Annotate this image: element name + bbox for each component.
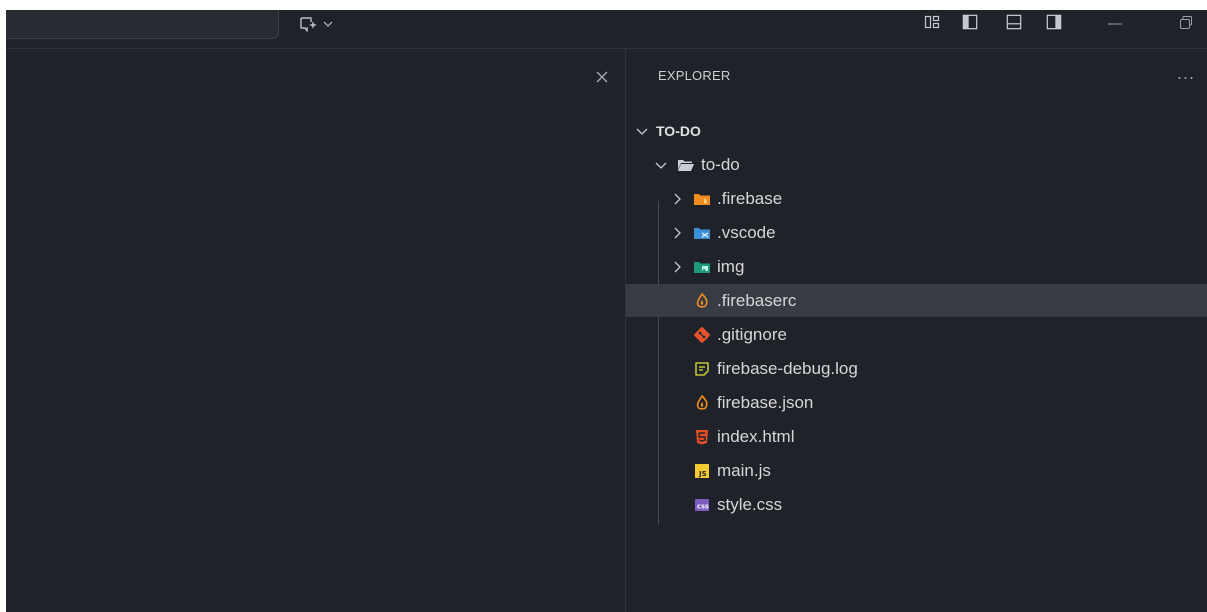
toggle-secondary-sidebar-icon[interactable] — [1045, 14, 1063, 30]
chevron-down-icon — [636, 128, 648, 135]
item-label: .firebaserc — [717, 290, 797, 310]
css-icon: CSS — [695, 498, 709, 511]
copilot-button[interactable] — [298, 13, 350, 35]
copilot-chat-icon — [300, 17, 317, 32]
customize-layout-icon[interactable] — [924, 14, 940, 30]
close-icon[interactable] — [594, 69, 610, 85]
restore-icon[interactable] — [1178, 14, 1194, 30]
item-label: firebase-debug.log — [717, 358, 858, 378]
chevron-down-icon — [655, 162, 667, 169]
folder-row-img[interactable]: img — [626, 250, 1207, 283]
item-label: style.css — [717, 494, 783, 514]
explorer-panel: EXPLORER ... TO-DO to-do .firebase .vsco… — [626, 49, 1207, 612]
firebase-icon — [696, 292, 708, 308]
folder-row-to-do[interactable]: to-do — [626, 148, 1207, 181]
item-label: .gitignore — [717, 324, 787, 344]
img-folder-icon — [694, 261, 710, 273]
firebase-folder-icon — [694, 193, 710, 205]
git-icon — [694, 326, 710, 343]
toggle-panel-icon[interactable] — [1005, 14, 1023, 30]
vscode-window: EXPLORER ... TO-DO to-do .firebase .vsco… — [6, 10, 1207, 612]
minimize-icon[interactable] — [1106, 16, 1124, 32]
item-label: .firebase — [717, 188, 783, 208]
file-row-firebaserc[interactable]: .firebaserc — [626, 284, 1207, 317]
title-bar — [6, 10, 1207, 49]
file-row-style-css[interactable]: CSS style.css — [626, 488, 1207, 521]
item-label: main.js — [717, 460, 771, 480]
workspace-root-label: TO-DO — [656, 122, 701, 139]
toggle-primary-sidebar-icon[interactable] — [961, 14, 979, 30]
folder-row-vscode[interactable]: .vscode — [626, 216, 1207, 249]
file-row-firebase-debug-log[interactable]: firebase-debug.log — [626, 352, 1207, 385]
editor-area — [6, 49, 626, 612]
more-actions-icon[interactable]: ... — [1177, 63, 1195, 84]
item-label: img — [717, 256, 745, 276]
firebase-icon — [696, 394, 708, 410]
chevron-right-icon — [674, 227, 681, 238]
folder-row-firebase[interactable]: .firebase — [626, 182, 1207, 215]
chevron-right-icon — [674, 261, 681, 272]
html-icon — [696, 429, 708, 444]
js-icon: JS — [695, 463, 709, 478]
item-label: .vscode — [717, 222, 776, 242]
vscode-folder-icon — [694, 227, 710, 239]
folder-label: to-do — [701, 154, 740, 174]
workspace-root-row[interactable]: TO-DO — [626, 114, 1207, 147]
chevron-right-icon — [674, 193, 681, 204]
svg-text:CSS: CSS — [697, 504, 709, 510]
file-row-main-js[interactable]: JS main.js — [626, 454, 1207, 487]
item-label: firebase.json — [717, 392, 814, 412]
file-row-index-html[interactable]: index.html — [626, 420, 1207, 453]
chevron-down-icon — [323, 21, 333, 27]
item-label: index.html — [717, 426, 795, 446]
svg-text:JS: JS — [698, 470, 707, 478]
explorer-title: EXPLORER — [658, 68, 731, 83]
log-file-icon — [695, 361, 709, 376]
file-row-firebase-json[interactable]: firebase.json — [626, 386, 1207, 419]
command-center-search[interactable] — [6, 10, 279, 39]
folder-open-icon — [678, 159, 694, 171]
file-row-gitignore[interactable]: .gitignore — [626, 318, 1207, 351]
